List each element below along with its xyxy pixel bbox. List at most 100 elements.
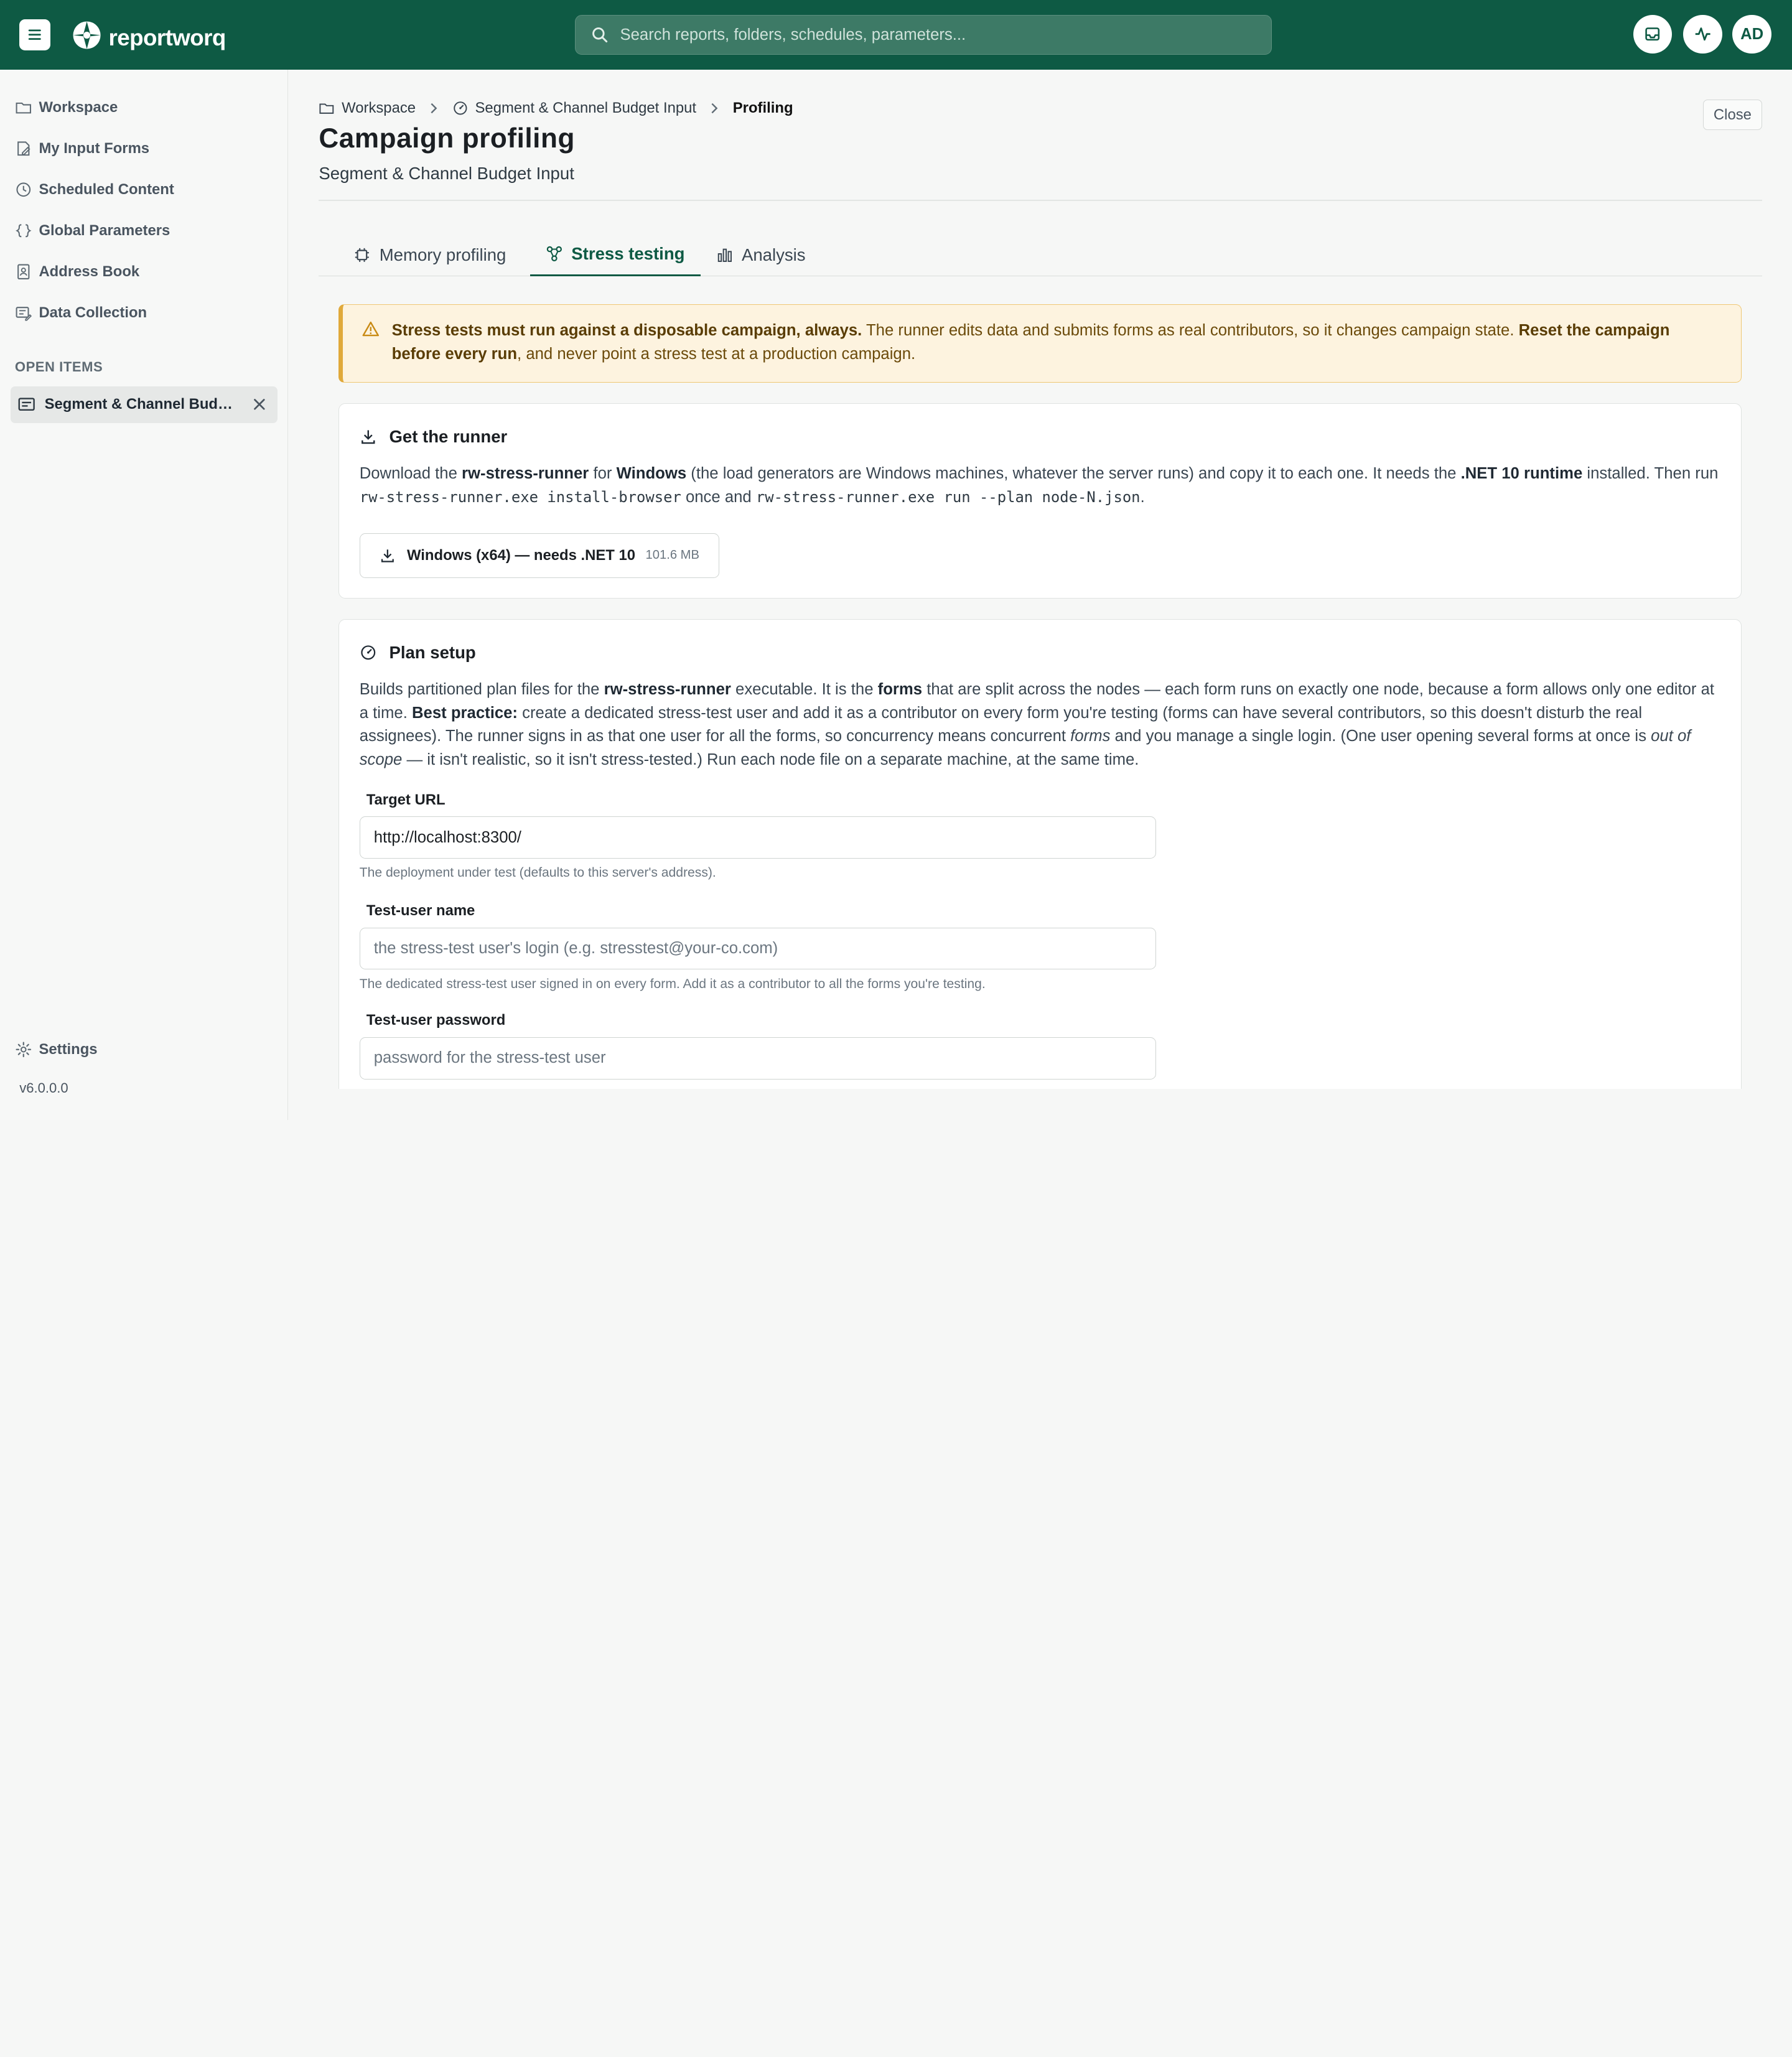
test-user-password-input[interactable] [359,1037,1156,1080]
emphasis-forms: forms [877,681,923,699]
italic-forms: forms [1070,727,1111,745]
folder-icon [319,103,334,114]
runner-description: Download the rw-stress-runner for Window… [360,462,1720,509]
sidebar-item-label: Workspace [39,98,118,116]
chevron-right-icon [711,103,718,113]
version-label: v6.0.0.0 [19,1080,68,1096]
sidebar-item-data-collection[interactable]: Data Collection [15,301,147,325]
download-icon [381,549,394,562]
sidebar-item-label: Data Collection [39,304,147,322]
sidebar-item-address-book[interactable]: Address Book [15,259,139,284]
text: Download the [359,465,462,482]
text: for [589,465,617,482]
main-content: Workspace Segment & Channel Budget Input… [288,70,1792,1089]
tab-memory-profiling[interactable]: Memory profiling [338,233,522,277]
bar-chart-icon [717,248,732,262]
download-windows-button[interactable]: Windows (x64) — needs .NET 10 101.6 MB [359,533,720,578]
test-user-name-input[interactable] [359,927,1156,970]
text: . [1140,488,1145,506]
app-logo[interactable]: reportworq [70,18,226,57]
text: (the load generators are Windows machine… [686,465,1461,482]
close-button[interactable]: Close [1702,99,1763,131]
pulse-icon [1695,27,1710,41]
menu-toggle-button[interactable] [19,19,50,50]
open-item-label: Segment & Channel Budget Input [44,396,241,413]
warning-text-end: , and never point a stress test at a pro… [517,345,916,363]
card-title-text: Get the runner [389,427,508,447]
test-user-password-label: Test-user password [366,1012,506,1029]
gauge-icon [454,101,467,115]
sidebar-item-settings[interactable]: Settings [15,1041,98,1058]
close-icon[interactable] [251,396,268,413]
text: executable. It is the [730,681,878,699]
logo-mark-icon [70,18,104,57]
page-subtitle: Segment & Channel Budget Input [319,163,574,183]
tab-label: Memory profiling [379,245,506,264]
download-icon [361,430,375,444]
warning-banner: Stress tests must run against a disposab… [338,304,1742,383]
tab-bar: Memory profiling Stress testing Analysis [319,233,1763,277]
user-avatar-button[interactable]: AD [1732,14,1771,54]
sidebar-item-label: My Input Forms [39,139,150,157]
best-practice-label: Best practice: [411,704,518,722]
runner-name: rw-stress-runner [462,465,589,482]
card-title: Plan setup [360,643,476,663]
tab-label: Analysis [741,245,806,264]
activity-button[interactable] [1683,14,1722,54]
text: and you manage a single login. (One user… [1110,727,1651,745]
gear-icon [16,1042,31,1058]
contact-book-icon [17,264,30,280]
open-item-tab[interactable]: Segment & Channel Budget Input [10,386,278,423]
os-name: Windows [616,465,687,482]
folder-icon [16,102,31,114]
target-url-input[interactable] [359,816,1156,859]
text: — it isn't realistic, so it isn't stress… [402,751,1139,769]
card-title-text: Plan setup [389,643,476,663]
sidebar-item-scheduled-content[interactable]: Scheduled Content [15,177,174,202]
logo-text: reportworq [108,24,226,50]
breadcrumb: Workspace Segment & Channel Budget Input… [319,100,793,117]
global-search[interactable] [574,14,1272,55]
test-user-name-help: The dedicated stress-test user signed in… [359,976,986,991]
sidebar-item-workspace[interactable]: Workspace [15,95,118,119]
settings-label: Settings [39,1041,98,1058]
nodes-icon [546,246,562,262]
data-collection-icon [16,307,32,322]
sidebar: Workspace My Input Forms Scheduled Conte… [0,70,288,1120]
plan-setup-card: Plan setup Builds partitioned plan files… [338,619,1742,1089]
text: Builds partitioned plan files for the [359,681,604,699]
get-runner-card: Get the runner Download the rw-stress-ru… [338,403,1742,599]
search-input[interactable] [620,26,1261,44]
open-items-heading: OPEN ITEMS [14,358,103,375]
breadcrumb-workspace-link[interactable]: Workspace [342,100,416,117]
download-size: 101.6 MB [645,548,699,562]
breadcrumb-current: Profiling [732,99,793,116]
sidebar-item-global-parameters[interactable]: Global Parameters [15,218,170,243]
warning-text: The runner edits data and submits forms … [862,321,1519,339]
target-url-help: The deployment under test (defaults to t… [359,865,716,880]
warning-bold-lead: Stress tests must run against a disposab… [391,321,862,339]
install-command: rw-stress-runner.exe install-browser [359,488,681,506]
plan-description: Builds partitioned plan files for the rw… [360,678,1720,772]
braces-icon [16,224,32,238]
sidebar-item-label: Global Parameters [39,222,170,239]
tab-analysis[interactable]: Analysis [701,233,821,277]
warning-icon [362,322,379,337]
sidebar-item-my-input-forms[interactable]: My Input Forms [15,136,149,161]
tab-label: Stress testing [571,244,685,264]
text: once and [681,488,756,506]
clock-icon [16,182,31,197]
top-bar: reportworq AD [0,0,1792,70]
tab-stress-testing[interactable]: Stress testing [530,233,701,277]
breadcrumb-parent-link[interactable]: Segment & Channel Budget Input [475,100,697,117]
download-label: Windows (x64) — needs .NET 10 [406,546,636,564]
inbox-button[interactable] [1633,14,1673,54]
test-user-name-label: Test-user name [366,902,475,920]
page-title: Campaign profiling [319,123,575,154]
runtime-name: .NET 10 runtime [1460,465,1583,482]
chevron-right-icon [431,103,437,113]
card-title: Get the runner [360,427,508,447]
gauge-icon [361,645,375,660]
avatar-initials: AD [1740,25,1764,43]
text: installed. Then run [1582,465,1719,482]
